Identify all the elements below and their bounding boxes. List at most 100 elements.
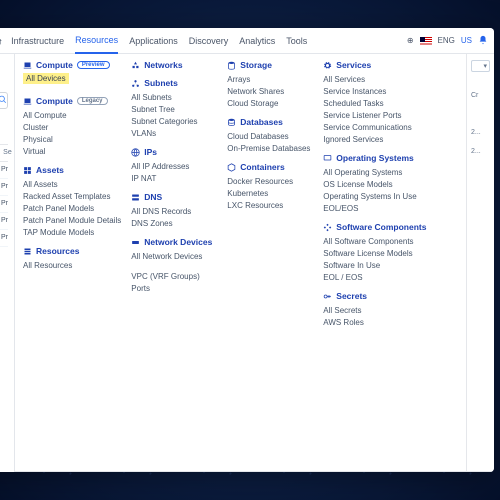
menu-item[interactable]: Patch Panel Module Details bbox=[23, 214, 121, 226]
nav-discovery[interactable]: Discovery bbox=[189, 28, 229, 53]
menu-item[interactable]: All Secrets bbox=[323, 304, 426, 316]
containers-icon bbox=[227, 163, 236, 172]
menu-item[interactable]: Kubernetes bbox=[227, 187, 313, 199]
left-column: evices Select All 0 items selected ☐ Nam… bbox=[0, 54, 15, 472]
group-heading-network-devices[interactable]: Network Devices bbox=[131, 237, 217, 247]
menu-item[interactable]: All Compute bbox=[23, 109, 121, 121]
group-heading-secrets[interactable]: Secrets bbox=[323, 291, 426, 301]
menu-item[interactable]: Cluster bbox=[23, 121, 121, 133]
right-panel-fragment: ▾ Cr 2... 2... bbox=[466, 54, 494, 471]
flag-us-icon bbox=[420, 37, 432, 45]
menu-item[interactable]: Network Shares bbox=[227, 85, 313, 97]
home-icon[interactable] bbox=[0, 36, 3, 46]
menu-item[interactable]: Software In Use bbox=[323, 259, 426, 271]
menu-item[interactable]: Service Communications bbox=[323, 121, 426, 133]
mega-col-4: Services All ServicesService InstancesSch… bbox=[323, 60, 426, 465]
locale-lang: ENG bbox=[438, 36, 455, 45]
table-row[interactable]: ☐W2K16WD4...virtualPr bbox=[0, 230, 8, 247]
os-icon bbox=[323, 154, 332, 163]
group-heading-networks[interactable]: Networks bbox=[131, 60, 217, 70]
menu-item[interactable]: Physical bbox=[23, 133, 121, 145]
nav-applications[interactable]: Applications bbox=[129, 28, 178, 53]
menu-item[interactable]: Arrays bbox=[227, 73, 313, 85]
menu-item[interactable]: AWS Roles bbox=[323, 316, 426, 328]
menu-item[interactable]: Subnet Tree bbox=[131, 103, 217, 115]
menu-item[interactable]: Scheduled Tasks bbox=[323, 97, 426, 109]
resources-mega-menu: Compute Preview All Devices Compute Lega… bbox=[15, 54, 494, 472]
table-row[interactable]: ☐d42cls-1618virtualPr bbox=[0, 162, 8, 179]
dropdown-fragment[interactable]: ▾ bbox=[471, 60, 490, 72]
group-heading-subnets[interactable]: Subnets bbox=[131, 78, 217, 88]
menu-item[interactable]: All Resources bbox=[23, 259, 121, 271]
group-heading-os[interactable]: Operating Systems bbox=[323, 153, 426, 163]
cell-se: Pr bbox=[1, 166, 8, 174]
menu-item[interactable]: Ignored Services bbox=[323, 133, 426, 145]
selection-bar: Select All 0 items selected bbox=[0, 115, 8, 138]
menu-item[interactable]: VPC (VRF Groups) bbox=[131, 270, 217, 282]
mega-col-3: Storage ArraysNetwork SharesCloud Storage… bbox=[227, 60, 313, 465]
menu-item[interactable]: LXC Resources bbox=[227, 199, 313, 211]
menu-item[interactable]: All Assets bbox=[23, 178, 121, 190]
col-cr: Cr bbox=[471, 92, 490, 99]
menu-item[interactable]: Subnet Categories bbox=[131, 115, 217, 127]
gear-icon bbox=[323, 61, 332, 70]
group-heading-software[interactable]: Software Components bbox=[323, 222, 426, 232]
network-icon bbox=[131, 61, 140, 70]
menu-item[interactable]: All IP Addresses bbox=[131, 160, 217, 172]
group-heading-services[interactable]: Services bbox=[323, 60, 426, 70]
menu-item[interactable]: DNS Zones bbox=[131, 217, 217, 229]
group-heading-ips[interactable]: IPs bbox=[131, 147, 217, 157]
menu-item[interactable]: Patch Panel Models bbox=[23, 202, 121, 214]
menu-item[interactable]: All Operating Systems bbox=[323, 166, 426, 178]
menu-item[interactable]: Cloud Databases bbox=[227, 130, 313, 142]
val-2b: 2... bbox=[471, 148, 490, 155]
menu-item[interactable]: Cloud Storage bbox=[227, 97, 313, 109]
nav-analytics[interactable]: Analytics bbox=[239, 28, 275, 53]
nav-infrastructure[interactable]: Infrastructure bbox=[11, 28, 64, 53]
menu-item[interactable]: IP NAT bbox=[131, 172, 217, 184]
cell-se: Pr bbox=[1, 200, 8, 208]
nav-tools[interactable]: Tools bbox=[286, 28, 307, 53]
group-heading-compute[interactable]: Compute Preview bbox=[23, 60, 121, 70]
menu-item[interactable]: All Services bbox=[323, 73, 426, 85]
col-se[interactable]: Se bbox=[3, 149, 12, 157]
bell-icon[interactable] bbox=[478, 35, 488, 47]
group-heading-compute-legacy[interactable]: Compute Legacy bbox=[23, 96, 121, 106]
menu-item[interactable]: On-Premise Databases bbox=[227, 142, 313, 154]
mega-col-1: Compute Preview All Devices Compute Lega… bbox=[23, 60, 121, 465]
menu-item[interactable]: Software License Models bbox=[323, 247, 426, 259]
nav-resources[interactable]: Resources bbox=[75, 28, 118, 54]
menu-item[interactable]: All Network Devices bbox=[131, 250, 217, 262]
search-box[interactable] bbox=[0, 92, 8, 109]
group-heading-databases[interactable]: Databases bbox=[227, 117, 313, 127]
all-devices-link[interactable]: All Devices bbox=[23, 73, 69, 84]
menu-item[interactable]: Service Listener Ports bbox=[323, 109, 426, 121]
menu-item[interactable]: Service Instances bbox=[323, 85, 426, 97]
menu-item[interactable]: All DNS Records bbox=[131, 205, 217, 217]
menu-item[interactable]: Racked Asset Templates bbox=[23, 190, 121, 202]
menu-item[interactable]: EOL / EOS bbox=[323, 271, 426, 283]
search-icon[interactable] bbox=[0, 95, 7, 106]
menu-item[interactable]: VLANs bbox=[131, 127, 217, 139]
body: evices Select All 0 items selected ☐ Nam… bbox=[0, 54, 494, 472]
menu-item[interactable]: TAP Module Models bbox=[23, 226, 121, 238]
menu-item[interactable]: All Software Components bbox=[323, 235, 426, 247]
group-heading-assets[interactable]: Assets bbox=[23, 165, 121, 175]
menu-item[interactable]: EOL/EOS bbox=[323, 202, 426, 214]
group-heading-dns[interactable]: DNS bbox=[131, 192, 217, 202]
group-heading-resources[interactable]: Resources bbox=[23, 246, 121, 256]
table-header: ☐ Name Type Se bbox=[0, 144, 8, 162]
menu-item[interactable]: Virtual bbox=[23, 145, 121, 157]
table-row[interactable]: ☐hyperva01.p...clusterPr bbox=[0, 196, 8, 213]
table-row[interactable]: ☐W2K16WD3...virtualPr bbox=[0, 213, 8, 230]
locale-switcher[interactable]: ⊕ ENGUS bbox=[407, 35, 488, 47]
group-heading-containers[interactable]: Containers bbox=[227, 162, 313, 172]
menu-item[interactable]: All Subnets bbox=[131, 91, 217, 103]
menu-item[interactable]: Operating Systems In Use bbox=[323, 190, 426, 202]
table-body: ☐d42cls-1618virtualPr☐d42cls-2virtualPr☐… bbox=[0, 162, 8, 247]
group-heading-storage[interactable]: Storage bbox=[227, 60, 313, 70]
table-row[interactable]: ☐d42cls-2virtualPr bbox=[0, 179, 8, 196]
menu-item[interactable]: Docker Resources bbox=[227, 175, 313, 187]
menu-item[interactable]: Ports bbox=[131, 282, 217, 294]
menu-item[interactable]: OS License Models bbox=[323, 178, 426, 190]
